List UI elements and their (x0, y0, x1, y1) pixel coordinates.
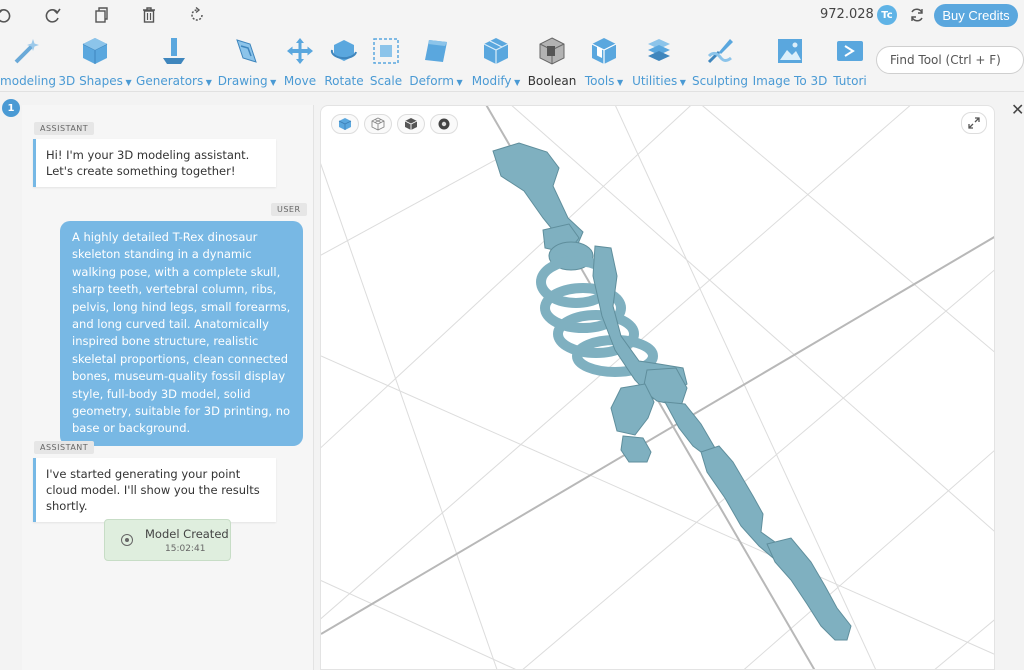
notification-badge[interactable]: 1 (2, 99, 20, 117)
role-tag-assistant: ASSISTANT (34, 441, 95, 454)
solid-view-icon[interactable] (331, 114, 359, 134)
tool-label: Utilities ▼ (632, 74, 686, 88)
model-status-icon (121, 534, 133, 546)
tool-label: Sculpting (691, 74, 749, 88)
tool-3d-shapes[interactable]: 3D Shapes ▼ (55, 34, 135, 88)
model-status-time: 15:02:41 (165, 544, 206, 554)
copy-icon[interactable] (90, 4, 112, 26)
tool-label: Generators ▼ (136, 74, 212, 88)
tool-sculpting[interactable]: Sculpting (680, 34, 760, 88)
viewport-grid (321, 106, 994, 669)
top-bar: 972.028 Tc Buy Credits (0, 0, 1024, 30)
wireframe-view-icon[interactable] (364, 114, 392, 134)
modify-icon (479, 34, 513, 68)
sculpting-icon (703, 34, 737, 68)
tutorial-icon (833, 34, 867, 68)
tool-generators[interactable]: Generators ▼ (134, 34, 214, 88)
assistant-message: Hi! I'm your 3D modeling assistant. Let'… (33, 139, 276, 187)
points-view-icon[interactable] (430, 114, 458, 134)
refresh-icon[interactable] (906, 4, 928, 26)
tools-icon (587, 34, 621, 68)
utilities-icon (642, 34, 676, 68)
find-tool-input[interactable]: Find Tool (Ctrl + F) (876, 46, 1024, 74)
tool-label: Tutori (833, 74, 867, 88)
assistant-message: I've started generating your point cloud… (33, 458, 276, 522)
tool-label: Deform ▼ (409, 74, 463, 88)
tool-label: Tools ▼ (584, 74, 624, 88)
redo-icon[interactable] (42, 4, 64, 26)
3d-viewport[interactable] (320, 105, 995, 670)
trex-skeleton-model (492, 142, 852, 641)
app-root: 972.028 Tc Buy Credits modeling 3D Shapes… (0, 0, 1024, 670)
main-toolbar: modeling 3D Shapes ▼ Generators ▼ Drawing ▼… (0, 30, 1024, 92)
cube-icon (78, 34, 112, 68)
reset-icon[interactable] (186, 4, 208, 26)
buy-credits-button[interactable]: Buy Credits (934, 4, 1018, 27)
credit-coin-icon: Tc (877, 5, 897, 25)
expand-view-icon[interactable] (961, 112, 987, 134)
model-created-status[interactable]: Model Created 15:02:41 (104, 519, 231, 561)
undo-icon[interactable] (0, 4, 14, 26)
generator-icon (157, 34, 191, 68)
magic-wand-icon (11, 34, 45, 68)
tool-label: 3D Shapes ▼ (58, 74, 132, 88)
user-message: A highly detailed T-Rex dinosaur skeleto… (60, 221, 303, 446)
close-icon[interactable]: ✕ (1011, 100, 1024, 119)
trash-icon[interactable] (138, 4, 160, 26)
drawing-icon (230, 34, 264, 68)
shaded-view-icon[interactable] (397, 114, 425, 134)
deform-icon (419, 34, 453, 68)
role-tag-user: USER (271, 203, 307, 216)
credits-balance: 972.028 (820, 7, 874, 22)
image-to-3d-icon (773, 34, 807, 68)
chevron-down-icon: ▼ (122, 78, 132, 87)
model-status-title: Model Created (145, 527, 229, 541)
tool-label: modeling (0, 74, 56, 88)
role-tag-assistant: ASSISTANT (34, 122, 95, 135)
